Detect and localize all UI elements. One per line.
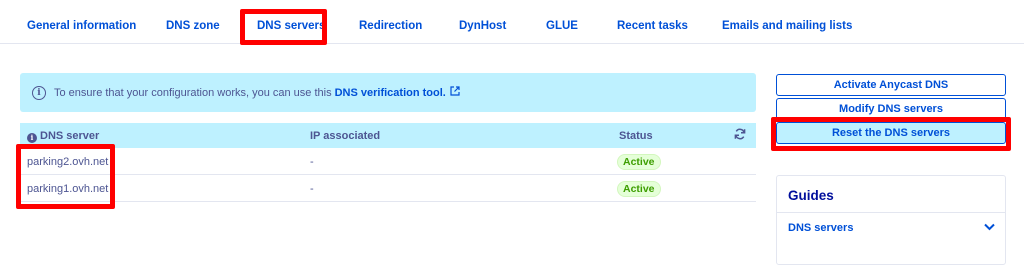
column-header-status: Status (619, 130, 653, 142)
table-header: i DNS server IP associated Status (20, 123, 756, 148)
dns-server-name: parking2.ovh.net (27, 156, 109, 168)
tab-recent-tasks[interactable]: Recent tasks (617, 20, 688, 32)
tab-general-information[interactable]: General information (27, 20, 136, 32)
dns-servers-table: i DNS server IP associated Status parking… (20, 123, 756, 202)
ip-associated: - (310, 183, 314, 195)
info-banner: i To ensure that your configuration work… (20, 73, 756, 112)
tab-glue[interactable]: GLUE (546, 20, 578, 32)
tab-bar: General information DNS zone DNS servers… (0, 0, 1024, 44)
table-row: parking1.ovh.net - Active (20, 175, 756, 202)
column-header-ip-associated: IP associated (310, 130, 381, 142)
modify-dns-servers-button[interactable]: Modify DNS servers (776, 98, 1006, 120)
table-row: parking2.ovh.net - Active (20, 148, 756, 175)
chevron-down-icon[interactable] (984, 220, 995, 234)
tab-dynhost[interactable]: DynHost (459, 20, 506, 32)
status-badge: Active (617, 154, 661, 170)
guide-dns-servers-link[interactable]: DNS servers (788, 222, 853, 234)
tab-dns-servers[interactable]: DNS servers (257, 20, 325, 32)
external-link-icon (450, 86, 460, 99)
dns-server-name: parking1.ovh.net (27, 183, 109, 195)
column-header-label: DNS server (40, 130, 100, 142)
guides-divider (777, 212, 1005, 213)
ip-associated: - (310, 156, 314, 168)
tab-dns-zone[interactable]: DNS zone (166, 20, 220, 32)
reset-dns-servers-button[interactable]: Reset the DNS servers (776, 122, 1006, 144)
info-icon: i (27, 133, 37, 143)
column-header-dns-server: i DNS server (27, 130, 99, 143)
tab-redirection[interactable]: Redirection (359, 20, 422, 32)
status-badge: Active (617, 181, 661, 197)
info-icon: i (32, 85, 46, 100)
guides-panel: Guides DNS servers (776, 175, 1006, 265)
activate-anycast-dns-button[interactable]: Activate Anycast DNS (776, 74, 1006, 96)
dns-verification-tool-link[interactable]: DNS verification tool. (335, 87, 446, 99)
guides-title: Guides (788, 188, 834, 203)
refresh-icon[interactable] (734, 128, 746, 143)
info-text: To ensure that your configuration works,… (54, 86, 332, 99)
tab-emails-mailing-lists[interactable]: Emails and mailing lists (722, 20, 852, 32)
